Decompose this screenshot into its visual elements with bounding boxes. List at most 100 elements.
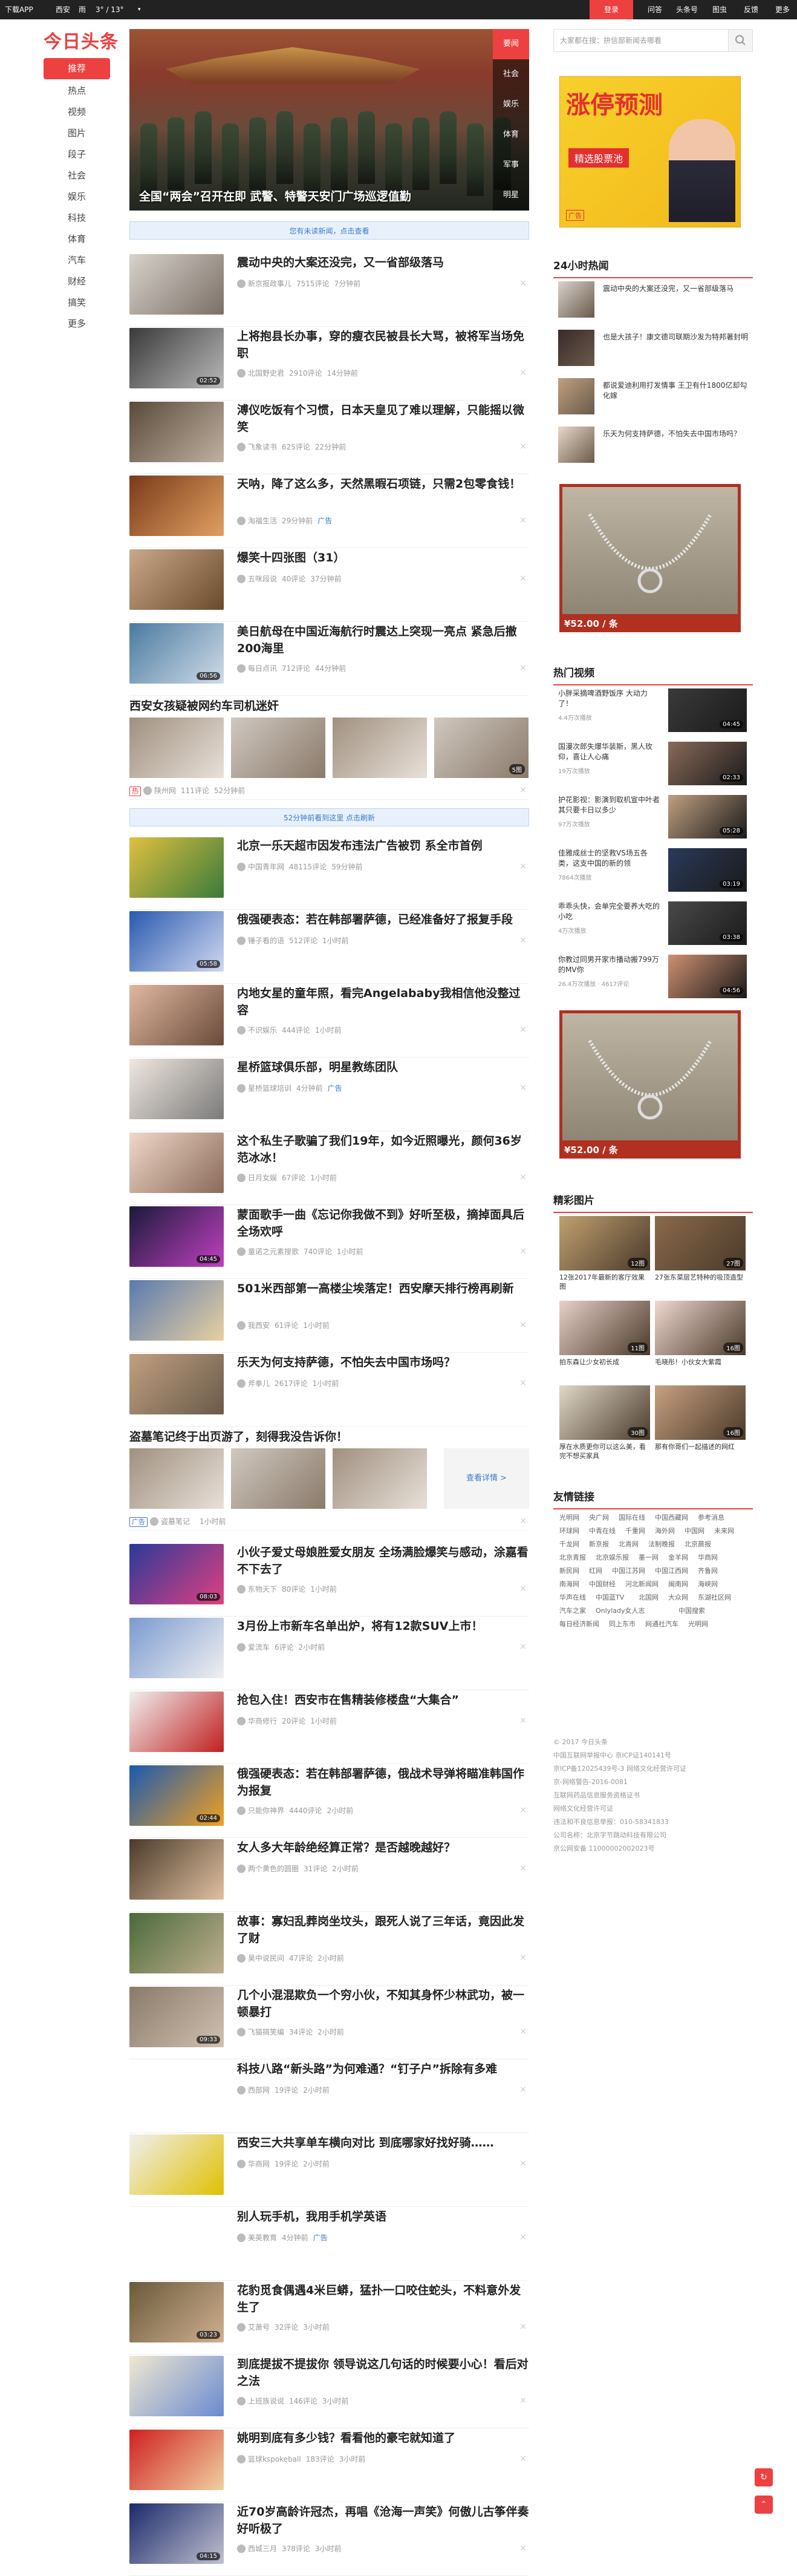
gallery-image[interactable] — [231, 1448, 325, 1509]
feed-item[interactable]: 04:15 近70岁高龄许冠杰，再唱《沧海一声笑》何傲儿古筝伴奏好听极了 西城三月 3… — [129, 2503, 529, 2576]
hot24-title-text[interactable]: 也是大孩子！康文德司联期沙发为特邦著封明 — [603, 332, 748, 342]
feed-title[interactable]: 几个小混混欺负一个穷小伙，不知其身怀少林武功，被一顿暴打 — [237, 1987, 529, 2021]
unread-news-bar[interactable]: 您有未读新闻，点击查看 — [129, 221, 529, 240]
feed-thumbnail[interactable] — [129, 1618, 224, 1678]
menu-feedback[interactable]: 反馈 — [744, 0, 758, 19]
close-icon[interactable]: × — [519, 935, 527, 945]
feed-title[interactable]: 溥仪吃饭有个习惯，日本天皇见了难以理解，只能摇以微笑 — [237, 402, 529, 436]
feed-item[interactable]: 内地女星的童年照，看完Angelababy我相信他没整过容 不识娱乐 444评论 1小… — [129, 985, 529, 1058]
feed-source[interactable]: 日月女娱 — [248, 1174, 277, 1182]
feed-title[interactable]: 西安女孩疑被网约车司机迷奸 — [129, 697, 279, 713]
feed-thumbnail[interactable] — [129, 2134, 224, 2195]
friend-link[interactable]: 齐鲁网 — [698, 1566, 718, 1575]
feed-title[interactable]: 科技八路“新头路”为何难通？“钉子户”拆除有多难 — [237, 2061, 529, 2077]
hero-tab[interactable]: 要闻 — [493, 29, 529, 59]
feed-title[interactable]: 天呐，降了这么多，天然黑暇石项链，只需2包零食钱！ — [237, 476, 529, 509]
search-input[interactable]: 大家都在搜：拚信部新闻去哪看 — [553, 29, 753, 52]
feed-source[interactable]: 我西安 — [248, 1321, 270, 1330]
feed-item[interactable]: 乐天为何支持萨德，不怕失去中国市场吗？ 斧拳儿 2617评论 1小时前 × — [129, 1354, 529, 1427]
friend-link[interactable]: 中青在线 — [589, 1526, 616, 1535]
nav-item[interactable]: 热点 — [44, 80, 110, 102]
friend-link[interactable]: 华声在线 — [559, 1592, 586, 1602]
pic-thumbnail[interactable]: 11图 — [559, 1301, 650, 1355]
friend-link[interactable]: 网通社汽车 — [645, 1619, 678, 1629]
feed-thumbnail[interactable] — [129, 476, 224, 536]
close-icon[interactable]: × — [519, 861, 527, 871]
feed-source[interactable]: 盗墓笔记 — [161, 1517, 190, 1526]
gallery-image[interactable] — [129, 1448, 224, 1509]
pic-thumbnail[interactable]: 16图 — [655, 1385, 746, 1440]
feed-item[interactable]: 09:33 几个小混混欺负一个穷小伙，不知其身怀少林武功，被一顿暴打 飞猫搞笑编 34… — [129, 1987, 529, 2059]
location[interactable]: 西安 — [56, 0, 70, 19]
feed-title[interactable]: 501米西部第一高楼尘埃落定！西安摩天排行榜再刷新 — [237, 1280, 529, 1314]
feed-thumbnail[interactable]: 06:56 — [129, 623, 224, 684]
gallery-image[interactable] — [333, 1448, 427, 1509]
close-icon[interactable]: × — [519, 278, 527, 288]
pic-caption[interactable]: 厚在水质更你可以这么美，看完不想买家具 — [559, 1442, 650, 1460]
feed-thumbnail[interactable] — [129, 1280, 224, 1341]
feed-title[interactable]: 俄强硬表态：若在韩部署萨德，已经准备好了报复手段 — [237, 911, 529, 928]
friend-link[interactable]: 中国财经 — [589, 1579, 616, 1589]
feed-thumbnail[interactable] — [129, 837, 224, 898]
close-icon[interactable]: × — [519, 574, 527, 583]
close-icon[interactable]: × — [519, 1716, 527, 1725]
temperature[interactable]: 3° / 13° — [96, 0, 124, 19]
pic-caption[interactable]: 27张东菜层艺特种的吸顶造型 — [655, 1273, 746, 1282]
feed-source[interactable]: 飞猫搞笑编 — [248, 2028, 284, 2036]
hot24-item[interactable]: 都说爱迪利用打发情事 王卫有什1800亿却勾化嫁 — [553, 378, 753, 420]
feed-source[interactable]: 华商修行 — [248, 1717, 277, 1725]
feed-thumbnail[interactable]: 04:15 — [129, 2503, 224, 2564]
feed-item[interactable]: 这个私生子歌骗了我们19年，如今近照曝光，颜何36岁范冰冰！ 日月女娱 67评论 1小… — [129, 1133, 529, 1205]
hero-tab[interactable]: 明星 — [493, 180, 529, 211]
friend-link[interactable]: 汽车之家 — [559, 1606, 586, 1615]
friend-link[interactable]: 光明网 — [688, 1619, 708, 1629]
feed-item[interactable]: 星桥篮球俱乐部，明星教练团队 星桥篮球培训 4分钟前 广告 × — [129, 1059, 529, 1131]
feed-item[interactable]: 03:23 花豹觅食偶遇4米巨蟒，猛扑一口咬住蛇头，不料意外发生了 艾萧号 32评论 3… — [129, 2282, 529, 2355]
ad-banner-stock[interactable]: 涨停预测 精选股票池 广告 — [559, 76, 741, 227]
feed-thumbnail[interactable] — [129, 1059, 224, 1119]
close-icon[interactable]: × — [519, 1083, 527, 1093]
feed-title[interactable]: 姚明到底有多少钱？看看他的豪宅就知道了 — [237, 2430, 529, 2447]
menu-more[interactable]: 更多 — [775, 0, 790, 19]
feed-source[interactable]: 艾萧号 — [248, 2323, 270, 2332]
hot24-thumbnail[interactable] — [558, 427, 594, 463]
feed-thumbnail[interactable]: 04:45 — [129, 1206, 224, 1267]
friend-link[interactable]: 南海网 — [559, 1579, 579, 1589]
pic-caption[interactable]: 那有你哥们一起描述的网红 — [655, 1442, 746, 1451]
feed-comments[interactable]: 19评论 — [275, 2086, 298, 2094]
pic-caption[interactable]: 12张2017年最新的客厅效果图 — [559, 1273, 650, 1291]
footer-line[interactable]: 公司名称：北京字节跳动科技有限公司 — [553, 1829, 753, 1842]
close-icon[interactable]: × — [519, 1642, 527, 1652]
feed-item[interactable]: 到底提拔不提拔你 领导说这几句话的时候要小心！看后对之法 上班族说说 146评论 3小… — [129, 2356, 529, 2428]
friend-link[interactable]: 千重网 — [625, 1526, 645, 1535]
ad-necklace-1[interactable]: ¥52.00 / 条 — [559, 484, 741, 632]
feed-source[interactable]: 淘福生活 — [248, 517, 277, 525]
close-icon[interactable]: × — [519, 1246, 527, 1256]
hot-video-thumbnail[interactable]: 02:33 — [668, 742, 747, 785]
feed-thumbnail[interactable] — [129, 1839, 224, 1900]
hero-tab[interactable]: 娱乐 — [493, 90, 529, 120]
hero-caption[interactable]: 全国“两会”召开在即 武警、特警天安门广场巡逻值勤 — [139, 188, 411, 204]
hot24-thumbnail[interactable] — [558, 281, 594, 318]
feed-comments[interactable]: 80评论 — [282, 1585, 305, 1594]
nav-item[interactable]: 图片 — [44, 123, 110, 144]
feed-thumbnail[interactable] — [129, 1692, 224, 1752]
feed-title[interactable]: 3月份上市新车名单出炉，将有12款SUV上市！ — [237, 1618, 529, 1635]
feed-title[interactable]: 美日航母在中国近海航行时震达上突现一亮点 紧急后撤200海里 — [237, 623, 529, 657]
feed-source[interactable]: 篮球kspokeball — [248, 2455, 301, 2463]
hot24-item[interactable]: 也是大孩子！康文德司联期沙发为特邦著封明 — [553, 330, 753, 372]
close-icon[interactable]: × — [519, 2159, 527, 2168]
feed-thumbnail[interactable] — [129, 1913, 224, 1973]
nav-item[interactable]: 汽车 — [44, 250, 110, 271]
feed-comments[interactable]: 712评论 — [282, 664, 310, 673]
feed-title[interactable]: 小伙子爱丈母娘胜爱女朋友 全场满脸爆笑与感动，涂嘉看不下去了 — [237, 1544, 529, 1578]
feed-title[interactable]: 蒙面歌手一曲《忘记你我做不到》好听至极，摘掉面具后全场欢呼 — [237, 1206, 529, 1240]
feed-title[interactable]: 爆笑十四张图（31） — [237, 549, 529, 566]
feed-source[interactable]: 飞象读书 — [248, 443, 277, 451]
feed-thumbnail[interactable] — [129, 549, 224, 610]
feed-title[interactable]: 星桥篮球俱乐部，明星教练团队 — [237, 1059, 529, 1076]
feed-item[interactable]: 爆笑十四张图（31） 五咪段说 40评论 37分钟前 × — [129, 549, 529, 622]
close-icon[interactable]: × — [519, 2543, 527, 2553]
feed-title[interactable]: 内地女星的童年照，看完Angelababy我相信他没整过容 — [237, 985, 529, 1019]
feed-item[interactable]: 08:03 小伙子爱丈母娘胜爱女朋友 全场满脸爆笑与感动，涂嘉看不下去了 东物天下 8… — [129, 1544, 529, 1617]
